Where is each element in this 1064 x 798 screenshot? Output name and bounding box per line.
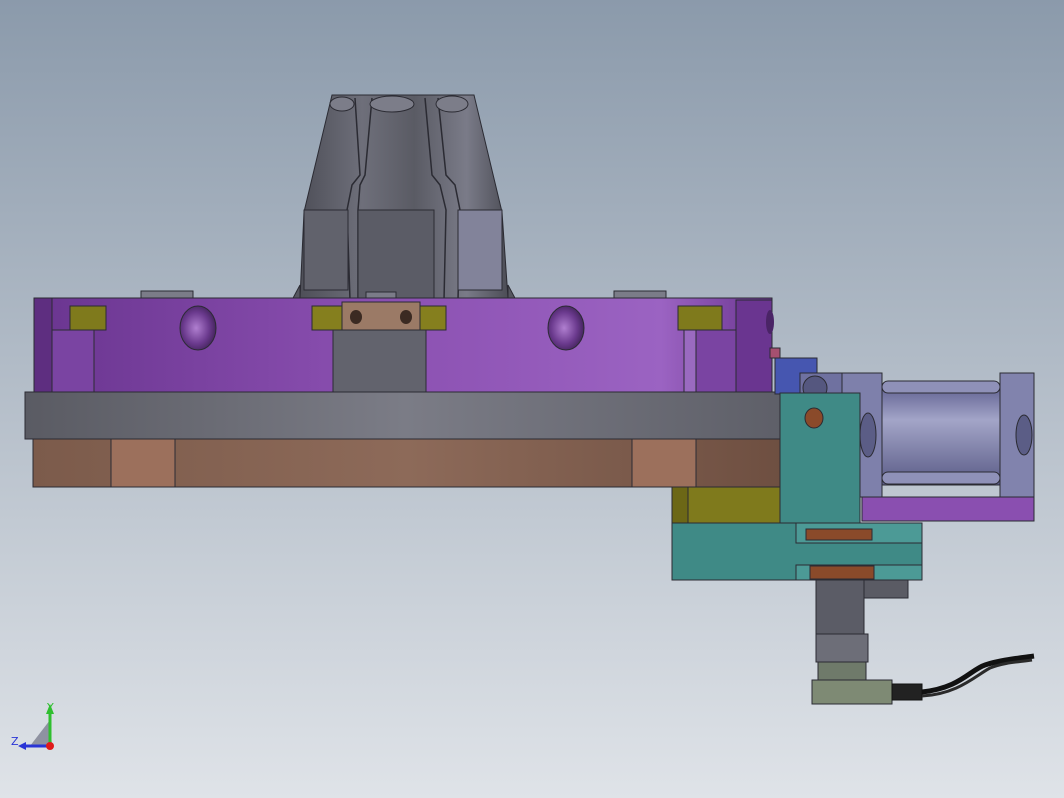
cad-viewport[interactable]: Y Z xyxy=(0,0,1064,798)
triad-y-label: Y xyxy=(46,701,54,714)
triad-z-label: Z xyxy=(11,735,19,748)
brown-base xyxy=(32,438,784,488)
steel-plate xyxy=(24,391,786,440)
